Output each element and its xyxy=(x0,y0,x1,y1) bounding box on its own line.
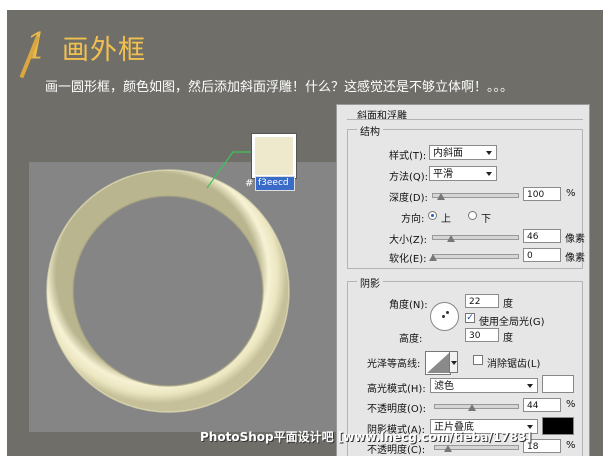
highlight-opacity-slider-thumb[interactable] xyxy=(468,404,476,411)
soften-label: 软化(E): xyxy=(389,254,427,265)
ring-shape xyxy=(46,169,290,413)
technique-label: 方法(Q): xyxy=(389,172,429,183)
step-title: 画外框 xyxy=(62,35,146,66)
hex-color-input[interactable]: f3eecd xyxy=(255,176,295,191)
style-value: 内斜面 xyxy=(433,148,463,159)
angle-dial-center xyxy=(442,315,445,318)
soften-input[interactable]: 0 xyxy=(523,248,561,262)
chevron-down-icon xyxy=(451,361,457,365)
color-swatch[interactable] xyxy=(252,134,296,178)
angle-input[interactable]: 22 xyxy=(465,294,499,308)
global-light-label: 使用全局光(G) xyxy=(479,317,545,328)
chevron-down-icon xyxy=(486,172,492,176)
antialias-label: 消除锯齿(L) xyxy=(487,359,541,370)
gloss-contour-preview[interactable] xyxy=(425,351,451,375)
soften-slider[interactable] xyxy=(432,254,519,259)
angle-unit: 度 xyxy=(503,299,513,310)
shadow-color-swatch[interactable] xyxy=(542,417,574,435)
technique-value: 平滑 xyxy=(433,169,453,180)
depth-slider[interactable] xyxy=(432,193,519,198)
direction-up-label: 上 xyxy=(441,214,451,225)
altitude-unit: 度 xyxy=(503,333,513,344)
watermark: PhotoShop平面设计吧 [www.lnecg.com/tieba/1783… xyxy=(200,430,532,444)
global-light-checkbox[interactable]: ✓ xyxy=(465,313,475,323)
size-slider-thumb[interactable] xyxy=(447,235,455,242)
shading-group-title: 阴影 xyxy=(357,275,383,290)
bevel-emboss-dialog: 斜面和浮雕 结构 样式(T): 内斜面 方法(Q): 平滑 深度(D): 100… xyxy=(336,104,590,456)
size-label: 大小(Z): xyxy=(389,235,428,246)
highlight-opacity-input[interactable]: 44 xyxy=(523,398,561,412)
depth-unit: % xyxy=(566,188,576,199)
angle-dial[interactable] xyxy=(430,302,459,331)
style-select[interactable]: 内斜面 xyxy=(429,145,497,160)
gloss-contour-dropdown[interactable] xyxy=(449,351,458,373)
highlight-opacity-label: 不透明度(O): xyxy=(367,404,427,415)
soften-slider-thumb[interactable] xyxy=(429,254,437,261)
depth-label: 深度(D): xyxy=(389,193,428,204)
depth-input[interactable]: 100 xyxy=(523,187,561,201)
soften-unit: 像素 xyxy=(565,253,585,264)
size-input[interactable]: 46 xyxy=(523,229,561,243)
antialias-checkbox[interactable] xyxy=(473,355,483,365)
structure-group-title: 结构 xyxy=(357,123,383,138)
highlight-mode-label: 高光模式(H): xyxy=(367,384,426,395)
angle-label: 角度(N): xyxy=(389,300,428,311)
size-slider[interactable] xyxy=(432,235,519,240)
highlight-opacity-slider[interactable] xyxy=(434,404,519,409)
technique-select[interactable]: 平滑 xyxy=(429,166,497,181)
shadow-opacity-slider-thumb[interactable] xyxy=(444,445,452,452)
gloss-contour-label: 光泽等高线: xyxy=(367,359,421,370)
highlight-mode-select[interactable]: 滤色 xyxy=(430,378,538,393)
direction-down-radio[interactable] xyxy=(468,211,477,220)
step-description: 画一圆形框，颜色如图，然后添加斜面浮雕！什么？这感觉还是不够立体啊！。。。 xyxy=(45,80,514,95)
direction-down-label: 下 xyxy=(481,214,491,225)
highlight-opacity-unit: % xyxy=(566,399,576,410)
angle-dial-handle[interactable] xyxy=(446,311,449,314)
hex-hash-label: # xyxy=(245,178,254,189)
photoshop-canvas xyxy=(29,162,343,432)
direction-label: 方向: xyxy=(401,214,425,225)
direction-up-radio[interactable] xyxy=(428,211,437,220)
highlight-color-swatch[interactable] xyxy=(542,375,574,393)
altitude-input[interactable]: 30 xyxy=(465,328,499,342)
shadow-opacity-unit: % xyxy=(566,440,576,451)
depth-slider-thumb[interactable] xyxy=(437,193,445,200)
chevron-down-icon xyxy=(486,151,492,155)
style-label: 样式(T): xyxy=(389,151,427,162)
tutorial-screenshot: 1 画外框 画一圆形框，颜色如图，然后添加斜面浮雕！什么？这感觉还是不够立体啊！… xyxy=(0,0,609,456)
highlight-mode-value: 滤色 xyxy=(434,381,454,392)
chevron-down-icon xyxy=(527,384,533,388)
altitude-label: 高度: xyxy=(399,334,423,345)
size-unit: 像素 xyxy=(565,234,585,245)
